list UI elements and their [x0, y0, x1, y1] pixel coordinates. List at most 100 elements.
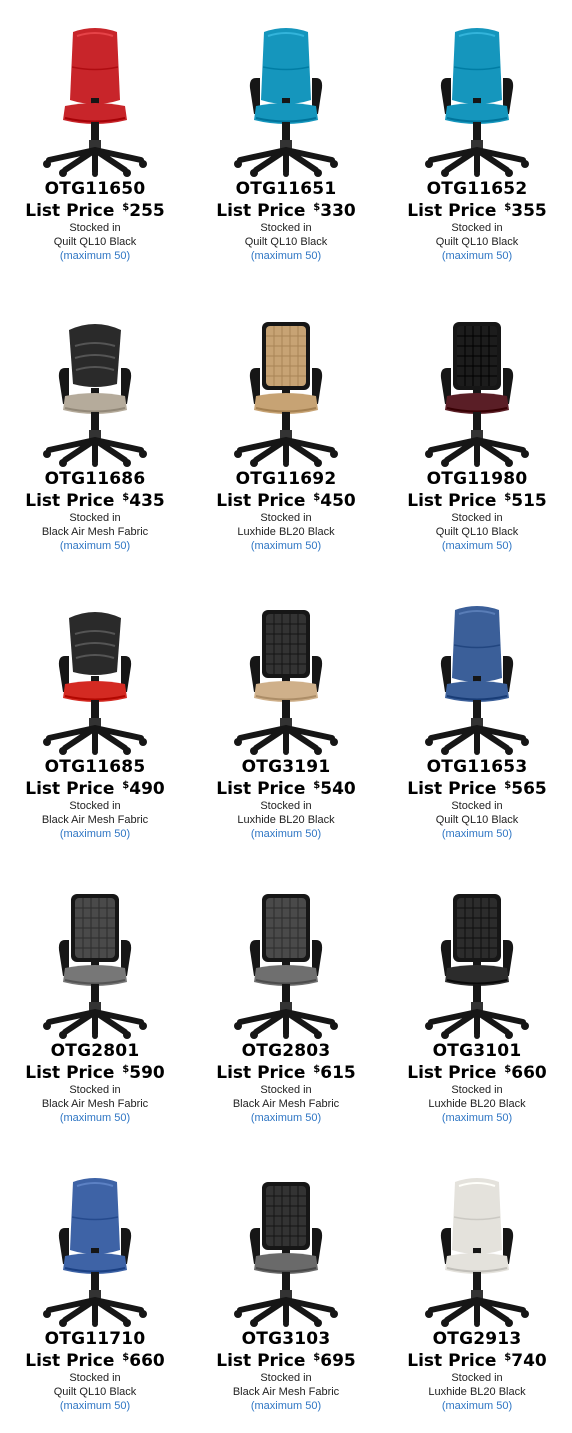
price-value: 615: [320, 1063, 356, 1083]
product-card[interactable]: OTG11652 List Price $355 Stocked in Quilt Q…: [382, 0, 572, 280]
fabric-name: Luxhide BL20 Black: [428, 1098, 526, 1110]
maximum-note: (maximum 50): [59, 250, 131, 262]
price-label: List Price: [25, 201, 115, 221]
price-value: 355: [511, 201, 547, 221]
product-card[interactable]: OTG3103 List Price $695 Stocked in Black Ai…: [191, 1150, 381, 1430]
product-card[interactable]: OTG11692 List Price $450 Stocked in Luxhide…: [191, 290, 381, 570]
price-value: 255: [129, 201, 165, 221]
chair-image[interactable]: [216, 22, 356, 177]
model-number: OTG3101: [432, 1041, 522, 1061]
product-card[interactable]: OTG2913 List Price $740 Stocked in Luxhide …: [382, 1150, 572, 1430]
stocked-label: Stocked in: [451, 1084, 503, 1096]
product-card[interactable]: OTG11651 List Price $330 Stocked in Quilt Q…: [191, 0, 381, 280]
stocked-label: Stocked in: [69, 1372, 121, 1384]
stocked-label: Stocked in: [260, 222, 312, 234]
chair-image[interactable]: [407, 600, 547, 755]
chair-image[interactable]: [25, 1172, 165, 1327]
chair-image[interactable]: [407, 22, 547, 177]
product-info: OTG11710 List Price $660 Stocked in Quilt Q…: [0, 1330, 190, 1413]
model-number: OTG11651: [235, 179, 337, 199]
maximum-note: (maximum 50): [250, 1112, 322, 1124]
product-card[interactable]: OTG3191 List Price $540 Stocked in Luxhide …: [191, 578, 381, 858]
stocked-label: Stocked in: [69, 222, 121, 234]
price-value: 490: [129, 779, 165, 799]
price-label: List Price: [216, 1063, 306, 1083]
model-number: OTG11653: [426, 757, 528, 777]
product-info: OTG2803 List Price $615 Stocked in Black Ai…: [191, 1042, 381, 1125]
product-card[interactable]: OTG11980 List Price $515 Stocked in Quilt Q…: [382, 290, 572, 570]
chair-image[interactable]: [25, 312, 165, 467]
model-number: OTG11652: [426, 179, 528, 199]
fabric-name: Luxhide BL20 Black: [237, 814, 335, 826]
chair-image[interactable]: [25, 22, 165, 177]
list-price: List Price $330: [191, 198, 381, 221]
maximum-note: (maximum 50): [59, 1112, 131, 1124]
fabric-name: Luxhide BL20 Black: [237, 526, 335, 538]
product-info: OTG3101 List Price $660 Stocked in Luxhide …: [382, 1042, 572, 1125]
list-price: List Price $695: [191, 1348, 381, 1371]
chair-image[interactable]: [216, 884, 356, 1039]
product-info: OTG11653 List Price $565 Stocked in Quilt Q…: [382, 758, 572, 841]
maximum-note: (maximum 50): [441, 1112, 513, 1124]
product-card[interactable]: OTG11685 List Price $490 Stocked in Black A…: [0, 578, 190, 858]
chair-image[interactable]: [25, 600, 165, 755]
chair-image[interactable]: [407, 884, 547, 1039]
price-label: List Price: [25, 779, 115, 799]
list-price: List Price $740: [382, 1348, 572, 1371]
product-card[interactable]: OTG2801 List Price $590 Stocked in Black Ai…: [0, 862, 190, 1142]
product-info: OTG2801 List Price $590 Stocked in Black Ai…: [0, 1042, 190, 1125]
stocked-label: Stocked in: [451, 800, 503, 812]
fabric-name: Quilt QL10 Black: [53, 1386, 137, 1398]
price-label: List Price: [407, 1351, 497, 1371]
product-card[interactable]: OTG11686 List Price $435 Stocked in Black A…: [0, 290, 190, 570]
chair-image[interactable]: [216, 1172, 356, 1327]
chair-image[interactable]: [25, 884, 165, 1039]
fabric-name: Quilt QL10 Black: [435, 236, 519, 248]
product-card[interactable]: OTG11653 List Price $565 Stocked in Quilt Q…: [382, 578, 572, 858]
product-card[interactable]: OTG11710 List Price $660 Stocked in Quilt Q…: [0, 1150, 190, 1430]
product-info: OTG11652 List Price $355 Stocked in Quilt Q…: [382, 180, 572, 263]
price-value: 515: [511, 491, 547, 511]
price-label: List Price: [407, 779, 497, 799]
stocked-label: Stocked in: [69, 1084, 121, 1096]
maximum-note: (maximum 50): [441, 828, 513, 840]
product-info: OTG11650 List Price $255 Stocked in Quilt Q…: [0, 180, 190, 263]
chair-image[interactable]: [216, 312, 356, 467]
chair-image[interactable]: [407, 1172, 547, 1327]
maximum-note: (maximum 50): [250, 540, 322, 552]
list-price: List Price $660: [0, 1348, 190, 1371]
maximum-note: (maximum 50): [59, 828, 131, 840]
maximum-note: (maximum 50): [441, 250, 513, 262]
model-number: OTG11710: [44, 1329, 146, 1349]
list-price: List Price $355: [382, 198, 572, 221]
price-value: 660: [129, 1351, 165, 1371]
stocked-label: Stocked in: [451, 1372, 503, 1384]
list-price: List Price $660: [382, 1060, 572, 1083]
fabric-name: Black Air Mesh Fabric: [41, 1098, 149, 1110]
product-info: OTG11685 List Price $490 Stocked in Black A…: [0, 758, 190, 841]
price-label: List Price: [407, 1063, 497, 1083]
model-number: OTG2913: [432, 1329, 522, 1349]
model-number: OTG11980: [426, 469, 528, 489]
product-card[interactable]: OTG2803 List Price $615 Stocked in Black Ai…: [191, 862, 381, 1142]
model-number: OTG11686: [44, 469, 146, 489]
product-info: OTG11692 List Price $450 Stocked in Luxhide…: [191, 470, 381, 553]
price-label: List Price: [25, 1063, 115, 1083]
product-card[interactable]: OTG3101 List Price $660 Stocked in Luxhide …: [382, 862, 572, 1142]
price-value: 330: [320, 201, 356, 221]
price-value: 540: [320, 779, 356, 799]
stocked-label: Stocked in: [260, 512, 312, 524]
list-price: List Price $490: [0, 776, 190, 799]
price-label: List Price: [407, 201, 497, 221]
fabric-name: Luxhide BL20 Black: [428, 1386, 526, 1398]
chair-image[interactable]: [216, 600, 356, 755]
product-card[interactable]: OTG11650 List Price $255 Stocked in Quilt Q…: [0, 0, 190, 280]
maximum-note: (maximum 50): [250, 250, 322, 262]
product-info: OTG11980 List Price $515 Stocked in Quilt Q…: [382, 470, 572, 553]
chair-image[interactable]: [407, 312, 547, 467]
maximum-note: (maximum 50): [250, 1400, 322, 1412]
price-value: 450: [320, 491, 356, 511]
price-value: 590: [129, 1063, 165, 1083]
price-label: List Price: [25, 1351, 115, 1371]
maximum-note: (maximum 50): [250, 828, 322, 840]
